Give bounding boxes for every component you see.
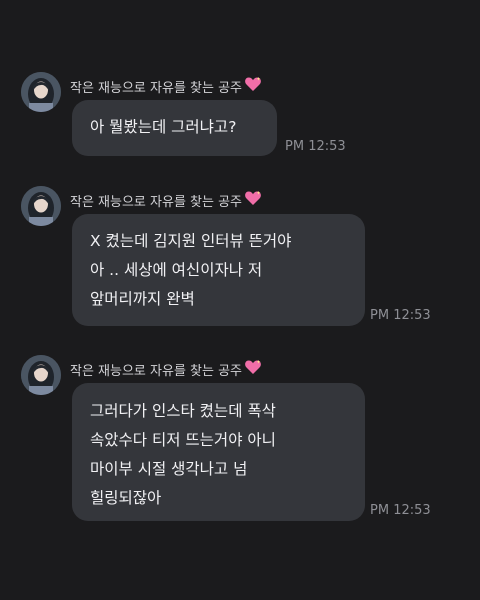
avatar-photo-icon [21,186,61,226]
sender-name: 작은 재능으로 자유를 찾는 공주 [70,76,262,96]
message-line: 속았수다 티저 뜨는거야 아니 [90,431,276,449]
message-bubble[interactable]: X 켰는데 김지원 인터뷰 뜬거야 아 .. 세상에 여신이자나 저 앞머리까지… [72,214,365,326]
message-line: 그러다가 인스타 켰는데 폭삭 [90,402,276,420]
message-bubble[interactable]: 아 뭘봤는데 그러냐고? [72,100,277,156]
message-line: 앞머리까지 완벽 [90,290,195,308]
sparkling-heart-icon [244,76,262,96]
message-line: 마이부 시절 생각나고 넘 [90,460,248,478]
message-line: 아 뭘봤는데 그러냐고? [90,118,237,136]
sparkling-heart-icon [244,190,262,210]
avatar-photo-icon [21,72,61,112]
avatar[interactable] [21,186,61,226]
message-line: X 켰는데 김지원 인터뷰 뜬거야 [90,232,292,250]
message-line: 힐링되잖아 [90,489,162,507]
avatar[interactable] [21,72,61,112]
message-timestamp: PM 12:53 [285,139,346,154]
message-line: 아 .. 세상에 여신이자나 저 [90,261,263,279]
avatar[interactable] [21,355,61,395]
sender-name-label: 작은 재능으로 자유를 찾는 공주 [70,363,243,379]
sender-name-label: 작은 재능으로 자유를 찾는 공주 [70,80,243,96]
avatar-photo-icon [21,355,61,395]
sender-name: 작은 재능으로 자유를 찾는 공주 [70,359,262,379]
sparkling-heart-icon [244,359,262,379]
sender-name: 작은 재능으로 자유를 찾는 공주 [70,190,262,210]
sender-name-label: 작은 재능으로 자유를 찾는 공주 [70,194,243,210]
chat-view: 작은 재능으로 자유를 찾는 공주 아 뭘봤는데 그러냐고? PM 12:53 [0,0,480,600]
message-timestamp: PM 12:53 [370,308,431,323]
message-timestamp: PM 12:53 [370,503,431,518]
message-bubble[interactable]: 그러다가 인스타 켰는데 폭삭 속았수다 티저 뜨는거야 아니 마이부 시절 생… [72,383,365,521]
